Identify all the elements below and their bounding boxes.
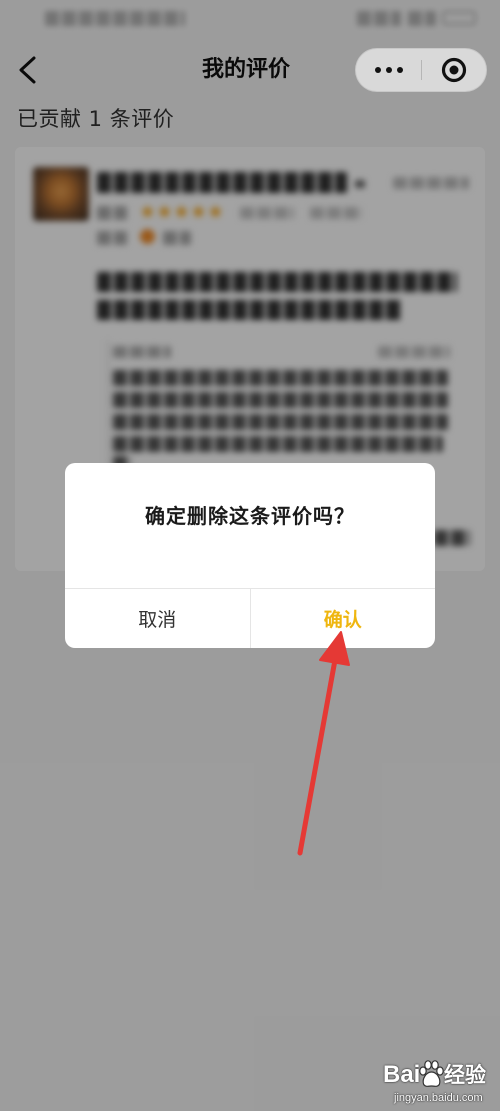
arrow-head [319, 631, 350, 666]
baidu-paw-icon [419, 1060, 444, 1087]
annotation-arrow [297, 631, 350, 856]
baidu-jingyan-watermark: Bai 经验 jingyan.baidu.com [380, 1058, 495, 1108]
watermark-brand-left: Bai [383, 1061, 421, 1088]
watermark-site: jingyan.baidu.com [394, 1092, 483, 1104]
arrow-shaft [297, 657, 338, 856]
watermark-brand-right: 经验 [444, 1063, 486, 1087]
